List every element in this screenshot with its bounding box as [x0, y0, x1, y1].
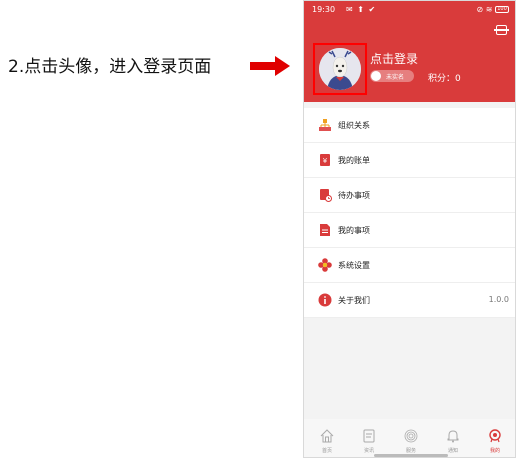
bell-icon — [447, 430, 459, 443]
tab-label: 首页 — [321, 448, 332, 454]
tab-label: 资讯 — [363, 448, 374, 454]
menu-item-about[interactable]: 关于我们 1.0.0 — [304, 283, 515, 318]
bottom-tab-bar: 首页 资讯 服务 通知 我的 — [304, 419, 515, 457]
avatar-highlight-box — [313, 43, 367, 95]
menu-item-settings[interactable]: 系统设置 — [304, 248, 515, 283]
profile-medal-icon — [489, 429, 501, 443]
status-time: 19:30 — [312, 5, 336, 14]
login-prompt[interactable]: 点击登录 — [370, 50, 418, 67]
tab-label: 我的 — [489, 448, 500, 454]
signal-icons: ⊘ ≋ — [476, 5, 493, 14]
home-indicator — [374, 454, 448, 457]
tab-mine[interactable]: 我的 — [480, 425, 510, 457]
tab-notice[interactable]: 通知 — [438, 425, 468, 457]
profile-header: 19:30 ✉ ⬆ ✔ ⊘ ≋ 100 点击登录 未实名 积分：0 — [304, 1, 515, 102]
battery-icon: 100 — [495, 6, 509, 13]
version-value: 1.0.0 — [488, 295, 509, 304]
points-label: 积分：0 — [428, 74, 461, 84]
menu-item-matters[interactable]: 我的事项 — [304, 213, 515, 248]
menu-item-org[interactable]: 组织关系 — [304, 108, 515, 143]
phone-screen: 19:30 ✉ ⬆ ✔ ⊘ ≋ 100 点击登录 未实名 积分：0 组织关系 ¥… — [303, 0, 516, 458]
menu-item-label: 关于我们 — [338, 296, 370, 305]
info-icon — [318, 293, 332, 307]
menu-item-label: 我的账单 — [338, 156, 370, 165]
settings-flower-icon — [318, 258, 332, 272]
menu-item-label: 我的事项 — [338, 226, 370, 235]
tab-service[interactable]: 服务 — [396, 425, 426, 457]
home-icon — [320, 429, 334, 443]
tab-news[interactable]: 资讯 — [354, 425, 384, 457]
real-name-badge[interactable]: 未实名 — [370, 70, 414, 82]
fingerprint-icon — [404, 429, 418, 443]
instruction-text: 2.点击头像，进入登录页面 — [8, 57, 212, 77]
menu-item-label: 组织关系 — [338, 121, 370, 130]
document-icon — [320, 224, 330, 236]
avatar[interactable] — [319, 48, 361, 90]
menu-item-todo[interactable]: 待办事项 — [304, 178, 515, 213]
notification-icons: ✉ ⬆ ✔ — [346, 5, 377, 14]
org-chart-icon — [319, 119, 331, 131]
cert-status-label: 未实名 — [386, 74, 405, 81]
tab-label: 服务 — [405, 448, 416, 454]
status-bar: 19:30 ✉ ⬆ ✔ ⊘ ≋ 100 — [304, 1, 515, 19]
news-icon — [363, 429, 375, 443]
menu-item-label: 系统设置 — [338, 261, 370, 270]
menu-item-bill[interactable]: ¥ 我的账单 — [304, 143, 515, 178]
red-arrow-icon — [250, 56, 290, 76]
todo-icon — [320, 189, 332, 202]
bill-icon: ¥ — [320, 154, 330, 166]
tab-home[interactable]: 首页 — [312, 425, 342, 457]
menu-item-label: 待办事项 — [338, 191, 370, 200]
menu-list: 组织关系 ¥ 我的账单 待办事项 我的事项 系统设置 关于我们 1.0.0 — [304, 108, 515, 318]
scan-icon[interactable] — [494, 25, 509, 35]
badge-dot-icon — [371, 71, 381, 81]
status-right-icons: ⊘ ≋ 100 — [476, 5, 509, 14]
svg-text:¥: ¥ — [323, 157, 328, 165]
deer-avatar-icon — [319, 48, 361, 90]
tab-label: 通知 — [447, 448, 458, 454]
